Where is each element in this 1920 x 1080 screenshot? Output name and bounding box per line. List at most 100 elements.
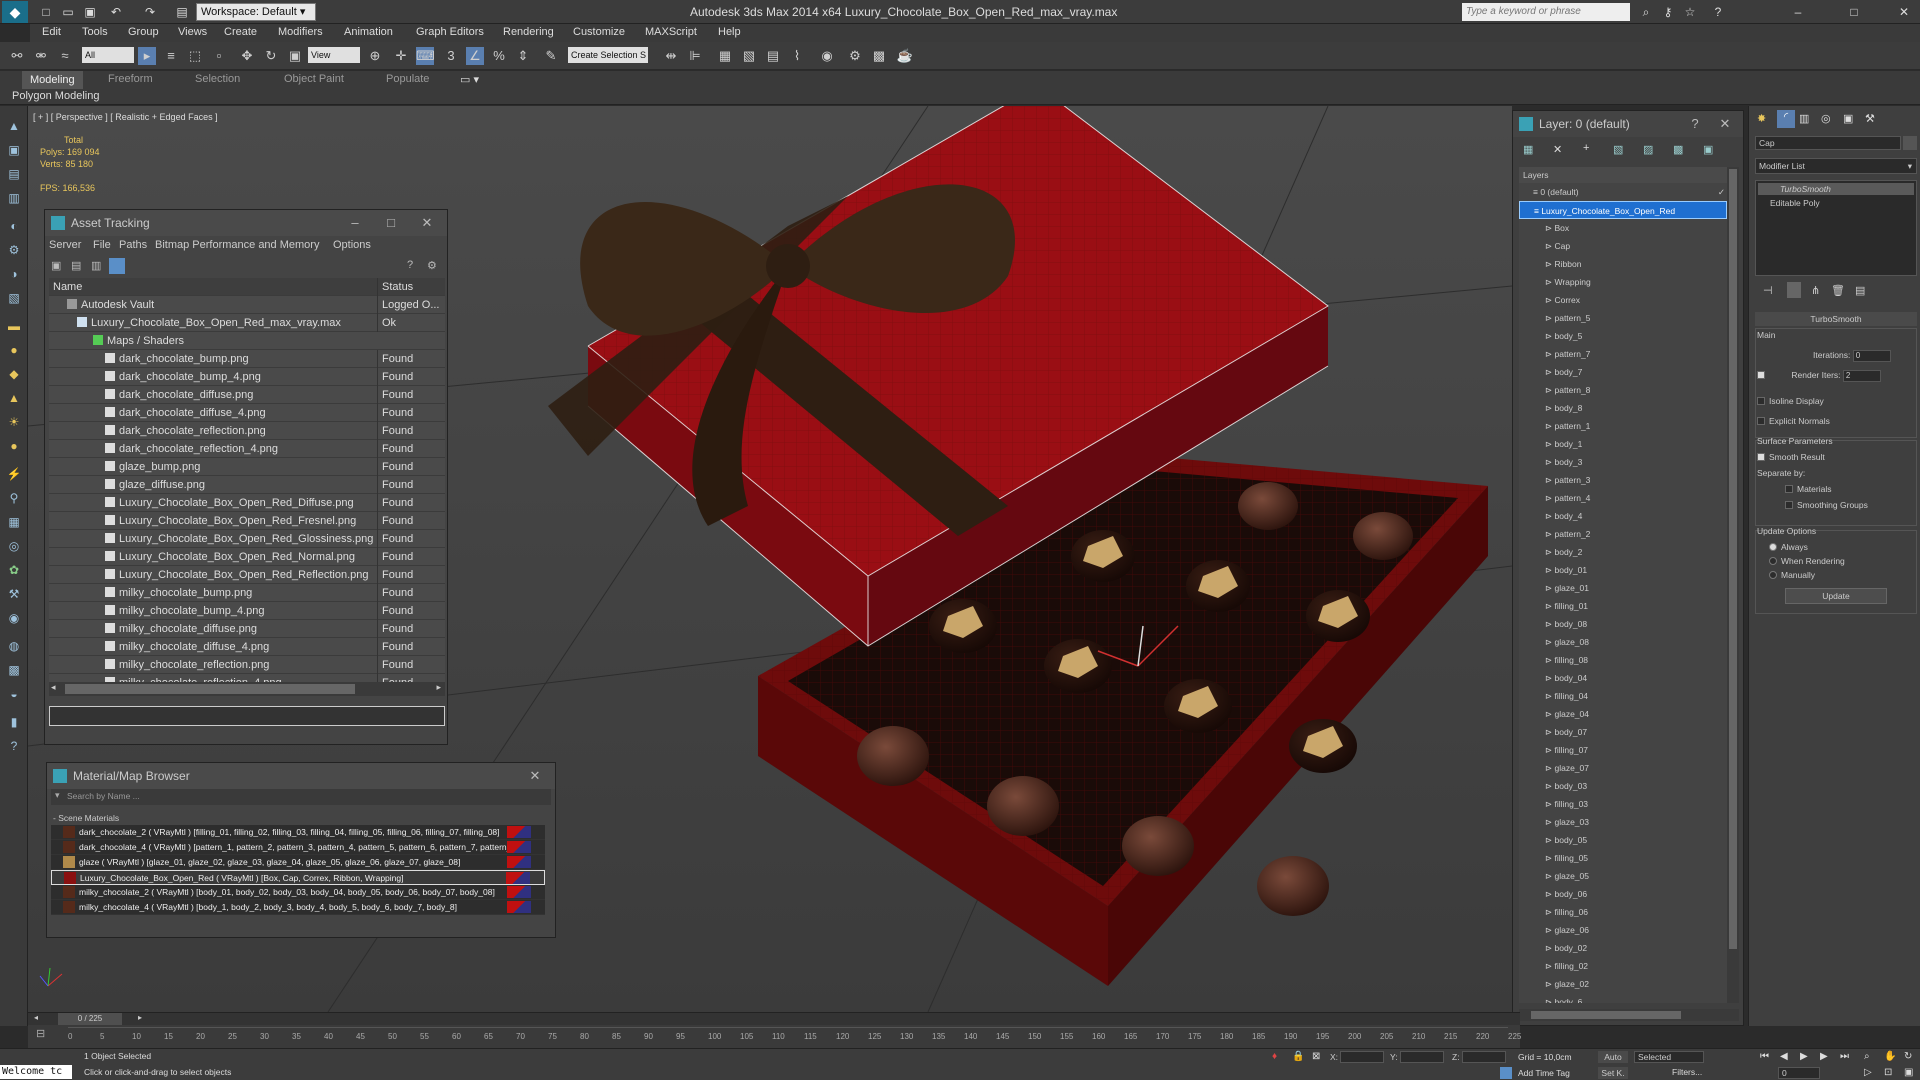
menu-create[interactable]: Create [224, 26, 257, 38]
scene-explorer-icon[interactable]: ▦ [716, 47, 734, 65]
layer-object-item[interactable]: ⊳ filling_07 [1519, 741, 1727, 759]
layer-object-item[interactable]: ⊳ body_3 [1519, 453, 1727, 471]
table-row[interactable]: dark_chocolate_diffuse_4.png Found [49, 404, 445, 422]
redo-icon[interactable]: ↷ [142, 4, 158, 20]
table-row[interactable]: dark_chocolate_diffuse.png Found [49, 386, 445, 404]
auto-key-button[interactable]: Auto [1598, 1051, 1628, 1063]
tool-icon[interactable]: ▬ [6, 318, 22, 334]
layer-object-item[interactable]: ⊳ body_08 [1519, 615, 1727, 633]
layer-object-item[interactable]: ⊳ filling_01 [1519, 597, 1727, 615]
add-icon[interactable]: + [1583, 142, 1589, 154]
ribbon-toggle-icon[interactable]: ▤ [764, 47, 782, 65]
table-row[interactable]: Luxury_Chocolate_Box_Open_Red_Diffuse.pn… [49, 494, 445, 512]
scroll-thumb[interactable] [1729, 169, 1737, 949]
select-manipulate-icon[interactable]: ✛ [392, 47, 410, 65]
layer-titlebar[interactable]: Layer: 0 (default) ? ✕ [1513, 111, 1743, 137]
layer-object-item[interactable]: ⊳ filling_04 [1519, 687, 1727, 705]
layer-item-default[interactable]: ≡ 0 (default) ✓ [1519, 183, 1727, 201]
open-icon[interactable]: ▭ [60, 4, 76, 20]
maxscript-listener[interactable]: Welcome tc [0, 1065, 72, 1079]
update-button[interactable]: Update [1785, 588, 1887, 604]
set-key-button[interactable]: Set K. [1598, 1067, 1628, 1079]
table-row[interactable]: milky_chocolate_bump.png Found [49, 584, 445, 602]
layer-object-item[interactable]: ⊳ glaze_02 [1519, 975, 1727, 993]
hide-icon[interactable]: ▩ [1673, 143, 1683, 156]
highlight-icon[interactable]: ▨ [1643, 143, 1653, 156]
table-row[interactable]: Luxury_Chocolate_Box_Open_Red_Normal.png… [49, 548, 445, 566]
table-row[interactable]: Luxury_Chocolate_Box_Open_Red_Glossiness… [49, 530, 445, 548]
menu-file[interactable]: File [93, 239, 111, 251]
percent-snap-icon[interactable]: % [490, 47, 508, 65]
menu-customize[interactable]: Customize [573, 26, 625, 38]
key-icon[interactable]: ⚷ [1660, 4, 1676, 20]
table-row[interactable]: milky_chocolate_reflection_4.png Found [49, 674, 445, 682]
bind-spacewarp-icon[interactable]: ≈ [56, 47, 74, 65]
pan-icon[interactable]: ✋ [1884, 1051, 1896, 1062]
menu-help[interactable]: Help [718, 26, 741, 38]
tool-icon[interactable]: ◆ [6, 366, 22, 382]
layer-object-item[interactable]: ⊳ body_6 [1519, 993, 1727, 1003]
tool-icon[interactable]: ◉ [6, 610, 22, 626]
fov-icon[interactable]: ▷ [1864, 1067, 1872, 1078]
menu-tools[interactable]: Tools [82, 26, 108, 38]
tool-icon[interactable]: ▲ [6, 118, 22, 134]
layer-object-item[interactable]: ⊳ body_8 [1519, 399, 1727, 417]
track-bar[interactable]: 0 5 10 15 20 25 30 35 40 45 50 55 60 65 70 75 80 85 90 95 10… [68, 1027, 1521, 1049]
layer-object-item[interactable]: ⊳ Ribbon [1519, 255, 1727, 273]
layer-object-item[interactable]: ⊳ filling_05 [1519, 849, 1727, 867]
layer-object-item[interactable]: ⊳ glaze_01 [1519, 579, 1727, 597]
render-icon[interactable]: ☕ [896, 47, 914, 65]
layer-object-item[interactable]: ⊳ pattern_1 [1519, 417, 1727, 435]
time-tag-icon[interactable] [1500, 1067, 1512, 1079]
table-row[interactable]: milky_chocolate_reflection.png Found [49, 656, 445, 674]
search-input[interactable]: Search by Name ... [67, 791, 140, 801]
tab-selection[interactable]: Selection [195, 73, 240, 85]
settings-icon[interactable]: ⚙ [427, 259, 437, 272]
tool-icon[interactable]: ◐ [6, 218, 22, 234]
when-rendering-radio[interactable] [1769, 557, 1777, 565]
y-field[interactable] [1400, 1051, 1444, 1063]
layer-object-item[interactable]: ⊳ Cap [1519, 237, 1727, 255]
layer-object-item[interactable]: ⊳ body_2 [1519, 543, 1727, 561]
tool-icon[interactable]: ◑ [6, 266, 22, 282]
layer-object-item[interactable]: ⊳ glaze_03 [1519, 813, 1727, 831]
layer-object-item[interactable]: ⊳ filling_02 [1519, 957, 1727, 975]
close-icon[interactable]: ✕ [1896, 4, 1912, 20]
scroll-left-icon[interactable]: ◂ [51, 682, 56, 693]
pivot-icon[interactable]: ⊕ [366, 47, 384, 65]
material-row[interactable]: Luxury_Chocolate_Box_Open_Red ( VRayMtl … [51, 870, 545, 885]
scene-materials-group[interactable]: - Scene Materials [47, 811, 555, 825]
hierarchy-tab-icon[interactable]: ▥ [1799, 112, 1809, 125]
table-row[interactable]: dark_chocolate_reflection_4.png Found [49, 440, 445, 458]
material-row[interactable]: dark_chocolate_4 ( VRayMtl ) [pattern_1,… [51, 840, 545, 855]
tool-icon[interactable]: ▲ [6, 390, 22, 406]
window-crossing-icon[interactable]: ▫ [210, 47, 228, 65]
tool-icon[interactable]: ● [6, 438, 22, 454]
scale-icon[interactable]: ▣ [286, 47, 304, 65]
layer-object-item[interactable]: ⊳ pattern_3 [1519, 471, 1727, 489]
layers-header[interactable]: Layers [1519, 167, 1727, 183]
material-row[interactable]: milky_chocolate_4 ( VRayMtl ) [body_1, b… [51, 900, 545, 915]
table-row[interactable]: milky_chocolate_diffuse.png Found [49, 620, 445, 638]
menu-rendering[interactable]: Rendering [503, 26, 554, 38]
link-icon[interactable]: ⚯ [8, 47, 26, 65]
tool-icon[interactable]: ▧ [6, 290, 22, 306]
material-editor-icon[interactable]: ◉ [818, 47, 836, 65]
app-menu-icon[interactable]: ◆ [2, 1, 28, 23]
curve-editor-icon[interactable]: ⌇ [788, 47, 806, 65]
undo-icon[interactable]: ↶ [108, 4, 124, 20]
ribbon-options-icon[interactable]: ▭ ▾ [460, 73, 479, 86]
next-key-icon[interactable]: ▶ [1820, 1051, 1828, 1062]
layer-object-item[interactable]: ⊳ body_07 [1519, 723, 1727, 741]
keyboard-shortcut-icon[interactable]: ⌨ [416, 47, 435, 65]
chevron-down-icon[interactable]: ▾ [55, 790, 60, 801]
snaps-toggle-icon[interactable]: 3 [442, 47, 460, 65]
menu-server[interactable]: Server [49, 239, 81, 251]
new-layer-icon[interactable]: ▦ [1523, 143, 1533, 156]
layer-object-item[interactable]: ⊳ glaze_08 [1519, 633, 1727, 651]
named-selection-dropdown[interactable]: Create Selection S [568, 47, 648, 63]
tool-icon[interactable]: ⚒ [6, 586, 22, 602]
layer-object-item[interactable]: ⊳ body_7 [1519, 363, 1727, 381]
viewport-label[interactable]: [ + ] [ Perspective ] [ Realistic + Edge… [33, 112, 218, 122]
prev-key-icon[interactable]: ◀ [1780, 1051, 1788, 1062]
